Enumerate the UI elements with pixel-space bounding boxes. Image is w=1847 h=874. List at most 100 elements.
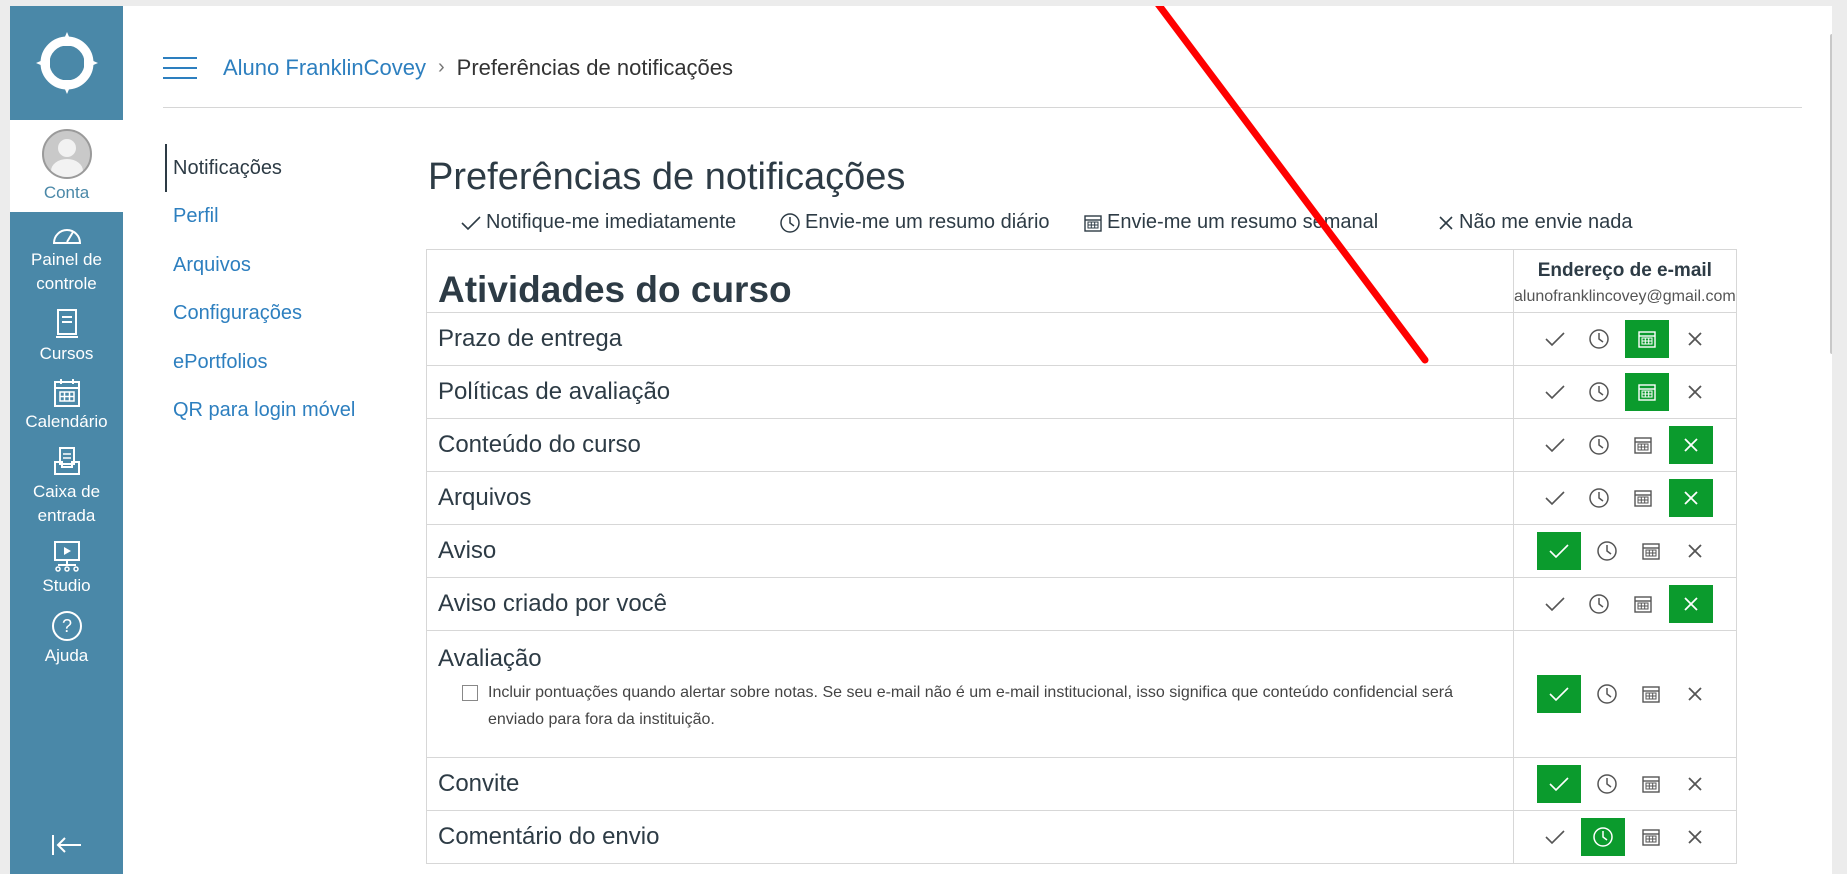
scrollbar[interactable] <box>1830 34 1832 354</box>
frequency-weekly-button[interactable] <box>1624 373 1669 411</box>
close-icon <box>1439 215 1453 230</box>
content-area: Aluno FranklinCovey › Preferências de no… <box>123 6 1832 874</box>
frequency-weekly-button[interactable] <box>1633 766 1669 802</box>
calendar-icon <box>1641 541 1661 561</box>
table-row: Arquivos <box>426 471 1737 525</box>
subnav-item-files[interactable]: Arquivos <box>165 241 375 290</box>
frequency-weekly-button[interactable] <box>1624 320 1669 358</box>
frequency-options <box>1513 312 1737 366</box>
nav-item-courses[interactable]: Cursos <box>10 308 123 366</box>
close-icon <box>1686 685 1704 703</box>
nav-item-dashboard[interactable]: Painel de controle <box>10 222 123 296</box>
frequency-never-button[interactable] <box>1677 676 1713 712</box>
notification-category-label: Comentário do envio <box>438 823 660 850</box>
nav-account-label: Conta <box>43 183 90 202</box>
frequency-weekly-button[interactable] <box>1633 676 1669 712</box>
frequency-never-button[interactable] <box>1677 374 1713 410</box>
frequency-weekly-button[interactable] <box>1625 586 1661 622</box>
frequency-weekly-button[interactable] <box>1633 533 1669 569</box>
include-scores-option: Incluir pontuações quando alertar sobre … <box>462 679 1502 733</box>
legend-immediately-label: Notifique-me imediatamente <box>486 211 737 233</box>
calendar-icon <box>53 379 80 407</box>
frequency-weekly-button[interactable] <box>1633 819 1669 855</box>
collapse-nav-icon <box>51 835 81 855</box>
frequency-immediately-button[interactable] <box>1536 765 1581 803</box>
dashboard-icon <box>52 229 81 244</box>
clock-icon <box>780 212 800 233</box>
calendar-icon <box>1633 488 1653 508</box>
calendar-icon <box>1641 774 1661 794</box>
table-row: Prazo de entrega <box>426 312 1737 366</box>
table-row: Avaliação Incluir pontuações quando alert… <box>426 630 1737 758</box>
breadcrumb-user-link[interactable]: Aluno FranklinCovey <box>223 55 426 81</box>
frequency-daily-button[interactable] <box>1580 818 1625 856</box>
frequency-immediately-button[interactable] <box>1536 675 1581 713</box>
close-icon <box>1682 489 1700 507</box>
nav-item-label: Studio <box>42 576 91 595</box>
page-header: Aluno FranklinCovey › Preferências de no… <box>163 38 1802 108</box>
frequency-weekly-button[interactable] <box>1625 480 1661 516</box>
table-row: Políticas de avaliação <box>426 365 1737 419</box>
frequency-immediately-button[interactable] <box>1537 374 1573 410</box>
notification-category-label: Arquivos <box>438 484 532 511</box>
calendar-icon <box>1633 594 1653 614</box>
frequency-never-button[interactable] <box>1677 766 1713 802</box>
frequency-daily-button[interactable] <box>1589 676 1625 712</box>
collapse-nav-button[interactable] <box>10 833 123 864</box>
subnav-item-notifications[interactable]: Notificações <box>165 144 375 192</box>
clock-icon <box>1596 683 1618 705</box>
channel-title: Endereço de e-mail <box>1537 260 1712 281</box>
frequency-options <box>1513 471 1737 525</box>
checkmark-icon <box>1544 436 1566 454</box>
inbox-icon <box>53 447 80 475</box>
frequency-immediately-button[interactable] <box>1537 819 1573 855</box>
channel-address: alunofranklincovey@gmail.com <box>1514 288 1736 305</box>
close-icon <box>1682 595 1700 613</box>
notification-category: Conteúdo do curso <box>426 418 1514 472</box>
frequency-never-button[interactable] <box>1677 819 1713 855</box>
nav-item-calendar[interactable]: Calendário <box>10 378 123 434</box>
frequency-never-button[interactable] <box>1677 321 1713 357</box>
frequency-daily-button[interactable] <box>1581 427 1617 463</box>
frequency-immediately-button[interactable] <box>1537 586 1573 622</box>
close-icon <box>1682 436 1700 454</box>
page-title: Preferências de notificações <box>428 156 906 198</box>
frequency-never-button[interactable] <box>1668 426 1713 464</box>
clock-icon <box>1596 540 1618 562</box>
frequency-daily-button[interactable] <box>1581 321 1617 357</box>
frequency-daily-button[interactable] <box>1589 766 1625 802</box>
frequency-daily-button[interactable] <box>1581 374 1617 410</box>
clock-icon <box>1596 773 1618 795</box>
nav-account[interactable]: Conta <box>10 120 123 212</box>
frequency-immediately-button[interactable] <box>1537 427 1573 463</box>
checkmark-icon <box>1548 685 1570 703</box>
frequency-never-button[interactable] <box>1677 533 1713 569</box>
frequency-daily-button[interactable] <box>1589 533 1625 569</box>
frequency-immediately-button[interactable] <box>1537 321 1573 357</box>
frequency-never-button[interactable] <box>1668 479 1713 517</box>
frequency-options <box>1513 365 1737 419</box>
include-scores-checkbox[interactable] <box>462 685 478 701</box>
checkmark-icon <box>1548 775 1570 793</box>
hamburger-menu-icon[interactable] <box>163 56 197 79</box>
nav-item-inbox[interactable]: Caixa de entrada <box>10 446 123 528</box>
frequency-daily-button[interactable] <box>1581 586 1617 622</box>
frequency-weekly-button[interactable] <box>1625 427 1661 463</box>
clock-icon <box>1588 487 1610 509</box>
frequency-never-button[interactable] <box>1668 585 1713 623</box>
notification-category: Aviso <box>426 524 1514 578</box>
subnav-item-settings[interactable]: Configurações <box>165 289 375 338</box>
subnav-item-eportfolios[interactable]: ePortfolios <box>165 338 375 387</box>
nav-item-studio[interactable]: Studio <box>10 540 123 598</box>
help-icon: ? <box>51 611 82 641</box>
subnav-item-qr-login[interactable]: QR para login móvel <box>165 386 375 435</box>
canvas-logo[interactable] <box>10 6 123 120</box>
nav-item-label: Painel de controle <box>31 250 102 293</box>
subnav-item-profile[interactable]: Perfil <box>165 192 375 241</box>
nav-item-help[interactable]: ? Ajuda <box>10 610 123 668</box>
checkmark-icon <box>1544 595 1566 613</box>
frequency-options <box>1513 757 1737 811</box>
frequency-daily-button[interactable] <box>1581 480 1617 516</box>
frequency-immediately-button[interactable] <box>1537 480 1573 516</box>
frequency-immediately-button[interactable] <box>1536 532 1581 570</box>
